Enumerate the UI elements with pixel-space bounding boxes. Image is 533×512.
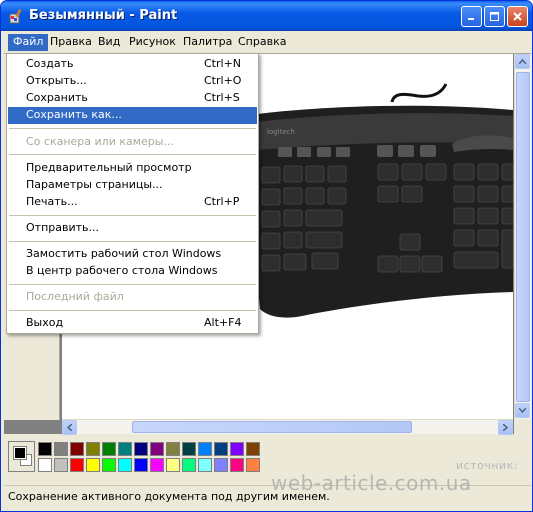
svg-text:logitech: logitech	[267, 128, 295, 136]
menu-item-print-preview[interactable]: Предварительный просмотр	[8, 160, 257, 177]
watermark-site: web-article.com.ua	[271, 471, 472, 495]
menu-item-recent-file: Последний файл	[26, 290, 124, 303]
file-menu-dropdown: Создать Ctrl+N Открыть... Ctrl+O Сохранить…	[6, 53, 259, 334]
palette-color-swatch[interactable]	[70, 458, 84, 472]
close-icon	[513, 12, 522, 21]
palette-color-swatch[interactable]	[166, 458, 180, 472]
menu-item-open[interactable]: Открыть... Ctrl+O	[8, 73, 257, 90]
palette-color-swatch[interactable]	[166, 442, 180, 456]
scroll-right-button[interactable]	[498, 420, 513, 435]
menu-edit[interactable]: Правка	[45, 34, 97, 51]
scroll-corner	[514, 419, 531, 434]
menu-separator	[9, 215, 256, 216]
arrow-up-icon	[519, 59, 526, 64]
menu-image[interactable]: Рисунок	[124, 34, 181, 51]
maximize-icon	[490, 12, 499, 21]
menu-item-page-setup[interactable]: Параметры страницы...	[8, 177, 257, 194]
palette-color-swatch[interactable]	[246, 458, 260, 472]
current-colors[interactable]	[8, 441, 35, 472]
palette-color-swatch[interactable]	[230, 458, 244, 472]
palette-color-swatch[interactable]	[230, 442, 244, 456]
palette-color-swatch[interactable]	[54, 442, 68, 456]
menu-item-save[interactable]: Сохранить Ctrl+S	[8, 90, 257, 107]
arrow-down-icon	[519, 408, 526, 413]
palette-color-swatch[interactable]	[198, 458, 212, 472]
horizontal-scrollbar[interactable]	[62, 419, 513, 435]
palette-color-swatch[interactable]	[214, 442, 228, 456]
menu-help[interactable]: Справка	[233, 34, 291, 51]
menu-item-tile-desktop[interactable]: Замостить рабочий стол Windows	[8, 246, 257, 263]
palette-color-swatch[interactable]	[134, 458, 148, 472]
maximize-button[interactable]	[484, 6, 505, 27]
arrow-right-icon	[503, 424, 508, 431]
menu-view[interactable]: Вид	[93, 34, 125, 51]
menu-palette[interactable]: Палитра	[178, 34, 237, 51]
palette-color-swatch[interactable]	[150, 442, 164, 456]
palette-color-swatch[interactable]	[134, 442, 148, 456]
menu-separator	[9, 284, 256, 285]
palette-color-swatch[interactable]	[198, 442, 212, 456]
palette-color-swatch[interactable]	[102, 442, 116, 456]
palette-color-swatch[interactable]	[38, 442, 52, 456]
vertical-scroll-thumb[interactable]	[516, 72, 530, 402]
palette-color-swatch[interactable]	[54, 458, 68, 472]
paint-window: Безымянный - Paint Файл Правка Вид Рисун…	[0, 0, 533, 512]
window-title: Безымянный - Paint	[29, 8, 178, 23]
foreground-color-swatch	[13, 446, 27, 460]
palette-color-swatch[interactable]	[102, 458, 116, 472]
palette-color-swatch[interactable]	[182, 458, 196, 472]
palette-color-swatch[interactable]	[246, 442, 260, 456]
palette-color-swatch[interactable]	[86, 442, 100, 456]
palette-color-swatch[interactable]	[150, 458, 164, 472]
horizontal-scroll-thumb[interactable]	[132, 421, 412, 433]
scroll-down-button[interactable]	[515, 403, 530, 418]
menu-item-print[interactable]: Печать... Ctrl+P	[8, 194, 257, 211]
palette-color-swatch[interactable]	[70, 442, 84, 456]
minimize-button[interactable]	[461, 6, 482, 27]
palette-color-swatch[interactable]	[182, 442, 196, 456]
menu-file[interactable]: Файл	[8, 34, 49, 51]
vertical-scrollbar[interactable]	[514, 54, 531, 420]
menu-item-send[interactable]: Отправить...	[8, 220, 257, 237]
menu-item-save-as[interactable]: Сохранить как...	[8, 107, 257, 124]
scroll-left-button[interactable]	[62, 420, 77, 435]
menu-item-exit[interactable]: Выход Alt+F4	[8, 315, 257, 332]
menu-bar: Файл Правка Вид Рисунок Палитра Справка	[4, 32, 531, 52]
palette-color-swatch[interactable]	[214, 458, 228, 472]
menu-separator	[9, 310, 256, 311]
menu-item-from-scanner: Со сканера или камеры...	[26, 135, 174, 148]
palette-color-swatch[interactable]	[86, 458, 100, 472]
menu-separator	[9, 241, 256, 242]
scroll-up-button[interactable]	[515, 54, 530, 69]
menu-item-center-desktop[interactable]: В центр рабочего стола Windows	[8, 263, 257, 280]
palette-color-swatch[interactable]	[118, 458, 132, 472]
menu-separator	[9, 154, 256, 155]
menu-item-new[interactable]: Создать Ctrl+N	[8, 56, 257, 73]
close-button[interactable]	[507, 6, 528, 27]
paint-app-icon	[9, 8, 22, 24]
palette-color-swatch[interactable]	[118, 442, 132, 456]
title-bar[interactable]: Безымянный - Paint	[1, 1, 532, 31]
minimize-icon	[468, 18, 474, 20]
palette-color-swatch[interactable]	[38, 458, 52, 472]
menu-separator	[9, 128, 256, 129]
arrow-left-icon	[67, 424, 72, 431]
